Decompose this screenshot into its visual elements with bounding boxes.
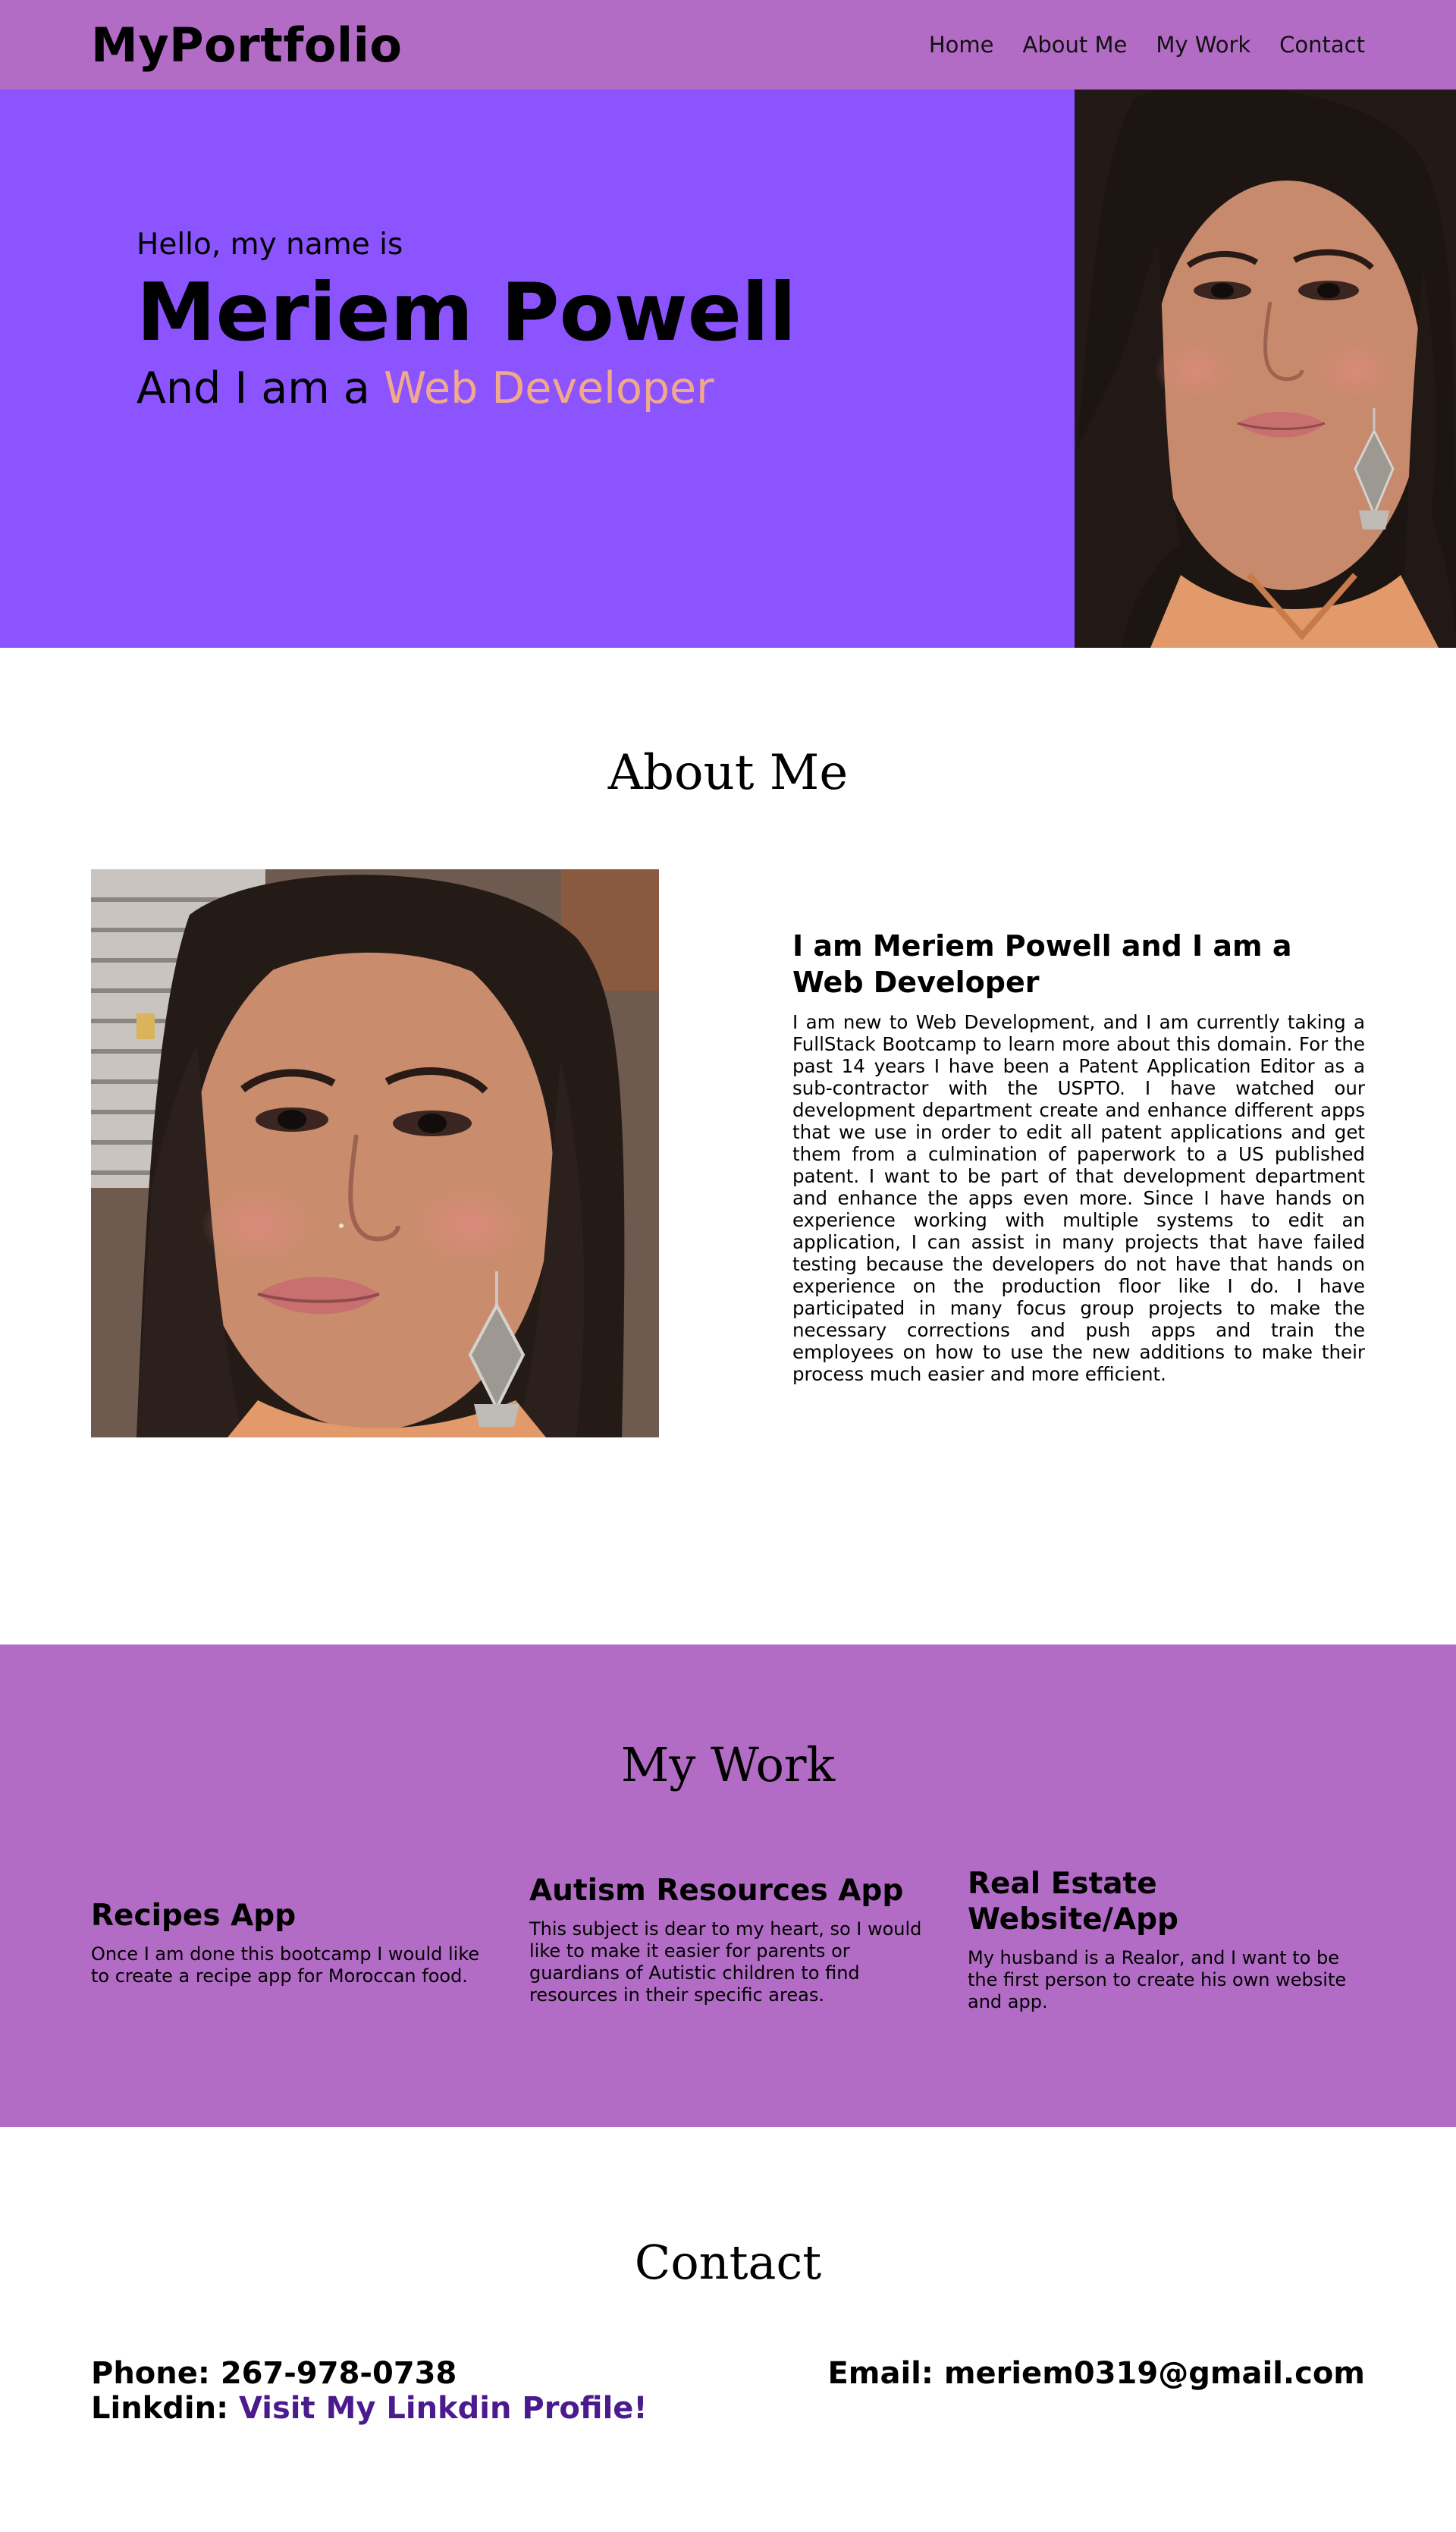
contact-linkedin: Linkdin: Visit My Linkdin Profile! — [91, 2391, 648, 2426]
contact-phone: Phone: 267-978-0738 — [91, 2356, 457, 2391]
contact-email: Email: meriem0319@gmail.com — [827, 2356, 1365, 2391]
about-portrait-image — [91, 869, 659, 1437]
hero-role: And I am a Web Developer — [136, 360, 796, 416]
work-item-real-estate-app: Real Estate Website/App My husband is a … — [968, 1867, 1370, 2013]
work-item-description: My husband is a Realor, and I want to be… — [968, 1946, 1347, 2012]
work-item-title: Real Estate Website/App — [968, 1867, 1178, 1937]
nav-home[interactable]: Home — [929, 32, 994, 58]
hero-greeting: Hello, my name is — [136, 228, 403, 262]
linkedin-label: Linkdin: — [91, 2391, 229, 2426]
about-text: I am Meriem Powell and I am a Web Develo… — [792, 928, 1365, 1385]
hero-portrait-image — [1075, 90, 1456, 648]
work-item-recipes-app: Recipes App Once I am done this bootcamp… — [91, 1899, 493, 1987]
hero-role-highlight: Web Developer — [383, 363, 714, 413]
about-title: About Me — [607, 745, 849, 801]
work-item-title: Autism Resources App — [529, 1874, 904, 1908]
linkedin-profile-link[interactable]: Visit My Linkdin Profile! — [239, 2391, 648, 2426]
contact-title: Contact — [634, 2235, 822, 2290]
phone-label: Phone: — [91, 2356, 210, 2391]
hero-name: Meriem Powell — [136, 266, 796, 359]
site-header: MyPortfolio Home About Me My Work Contac… — [0, 0, 1456, 90]
work-item-autism-resources-app: Autism Resources App This subject is dea… — [529, 1874, 931, 2006]
site-logo[interactable]: MyPortfolio — [91, 17, 403, 73]
work-item-description: Once I am done this bootcamp I would lik… — [91, 1943, 480, 1987]
hero-text: Hello, my name is Meriem Powell And I am… — [136, 228, 796, 416]
hero-role-prefix: And I am a — [136, 363, 370, 413]
about-section: About Me I am Meriem Powell and I am a W… — [0, 648, 1456, 1645]
main-nav: Home About Me My Work Contact — [929, 32, 1365, 58]
hero-section: Hello, my name is Meriem Powell And I am… — [0, 90, 1456, 648]
contact-section: Contact Phone: 267-978-0738 Linkdin: Vis… — [0, 2127, 1456, 2532]
work-item-title: Recipes App — [91, 1899, 297, 1933]
email-label: Email: — [827, 2356, 934, 2391]
nav-about-me[interactable]: About Me — [1023, 32, 1128, 58]
about-paragraph: I am new to Web Development, and I am cu… — [792, 1011, 1365, 1385]
email-address[interactable]: meriem0319@gmail.com — [944, 2356, 1365, 2391]
my-work-section: My Work Recipes App Once I am done this … — [0, 1645, 1456, 2127]
my-work-title: My Work — [620, 1737, 836, 1792]
nav-contact[interactable]: Contact — [1279, 32, 1365, 58]
nav-my-work[interactable]: My Work — [1156, 32, 1250, 58]
work-item-description: This subject is dear to my heart, so I w… — [529, 1918, 922, 2006]
phone-number: 267-978-0738 — [220, 2356, 457, 2391]
about-heading: I am Meriem Powell and I am a Web Develo… — [792, 929, 1292, 999]
